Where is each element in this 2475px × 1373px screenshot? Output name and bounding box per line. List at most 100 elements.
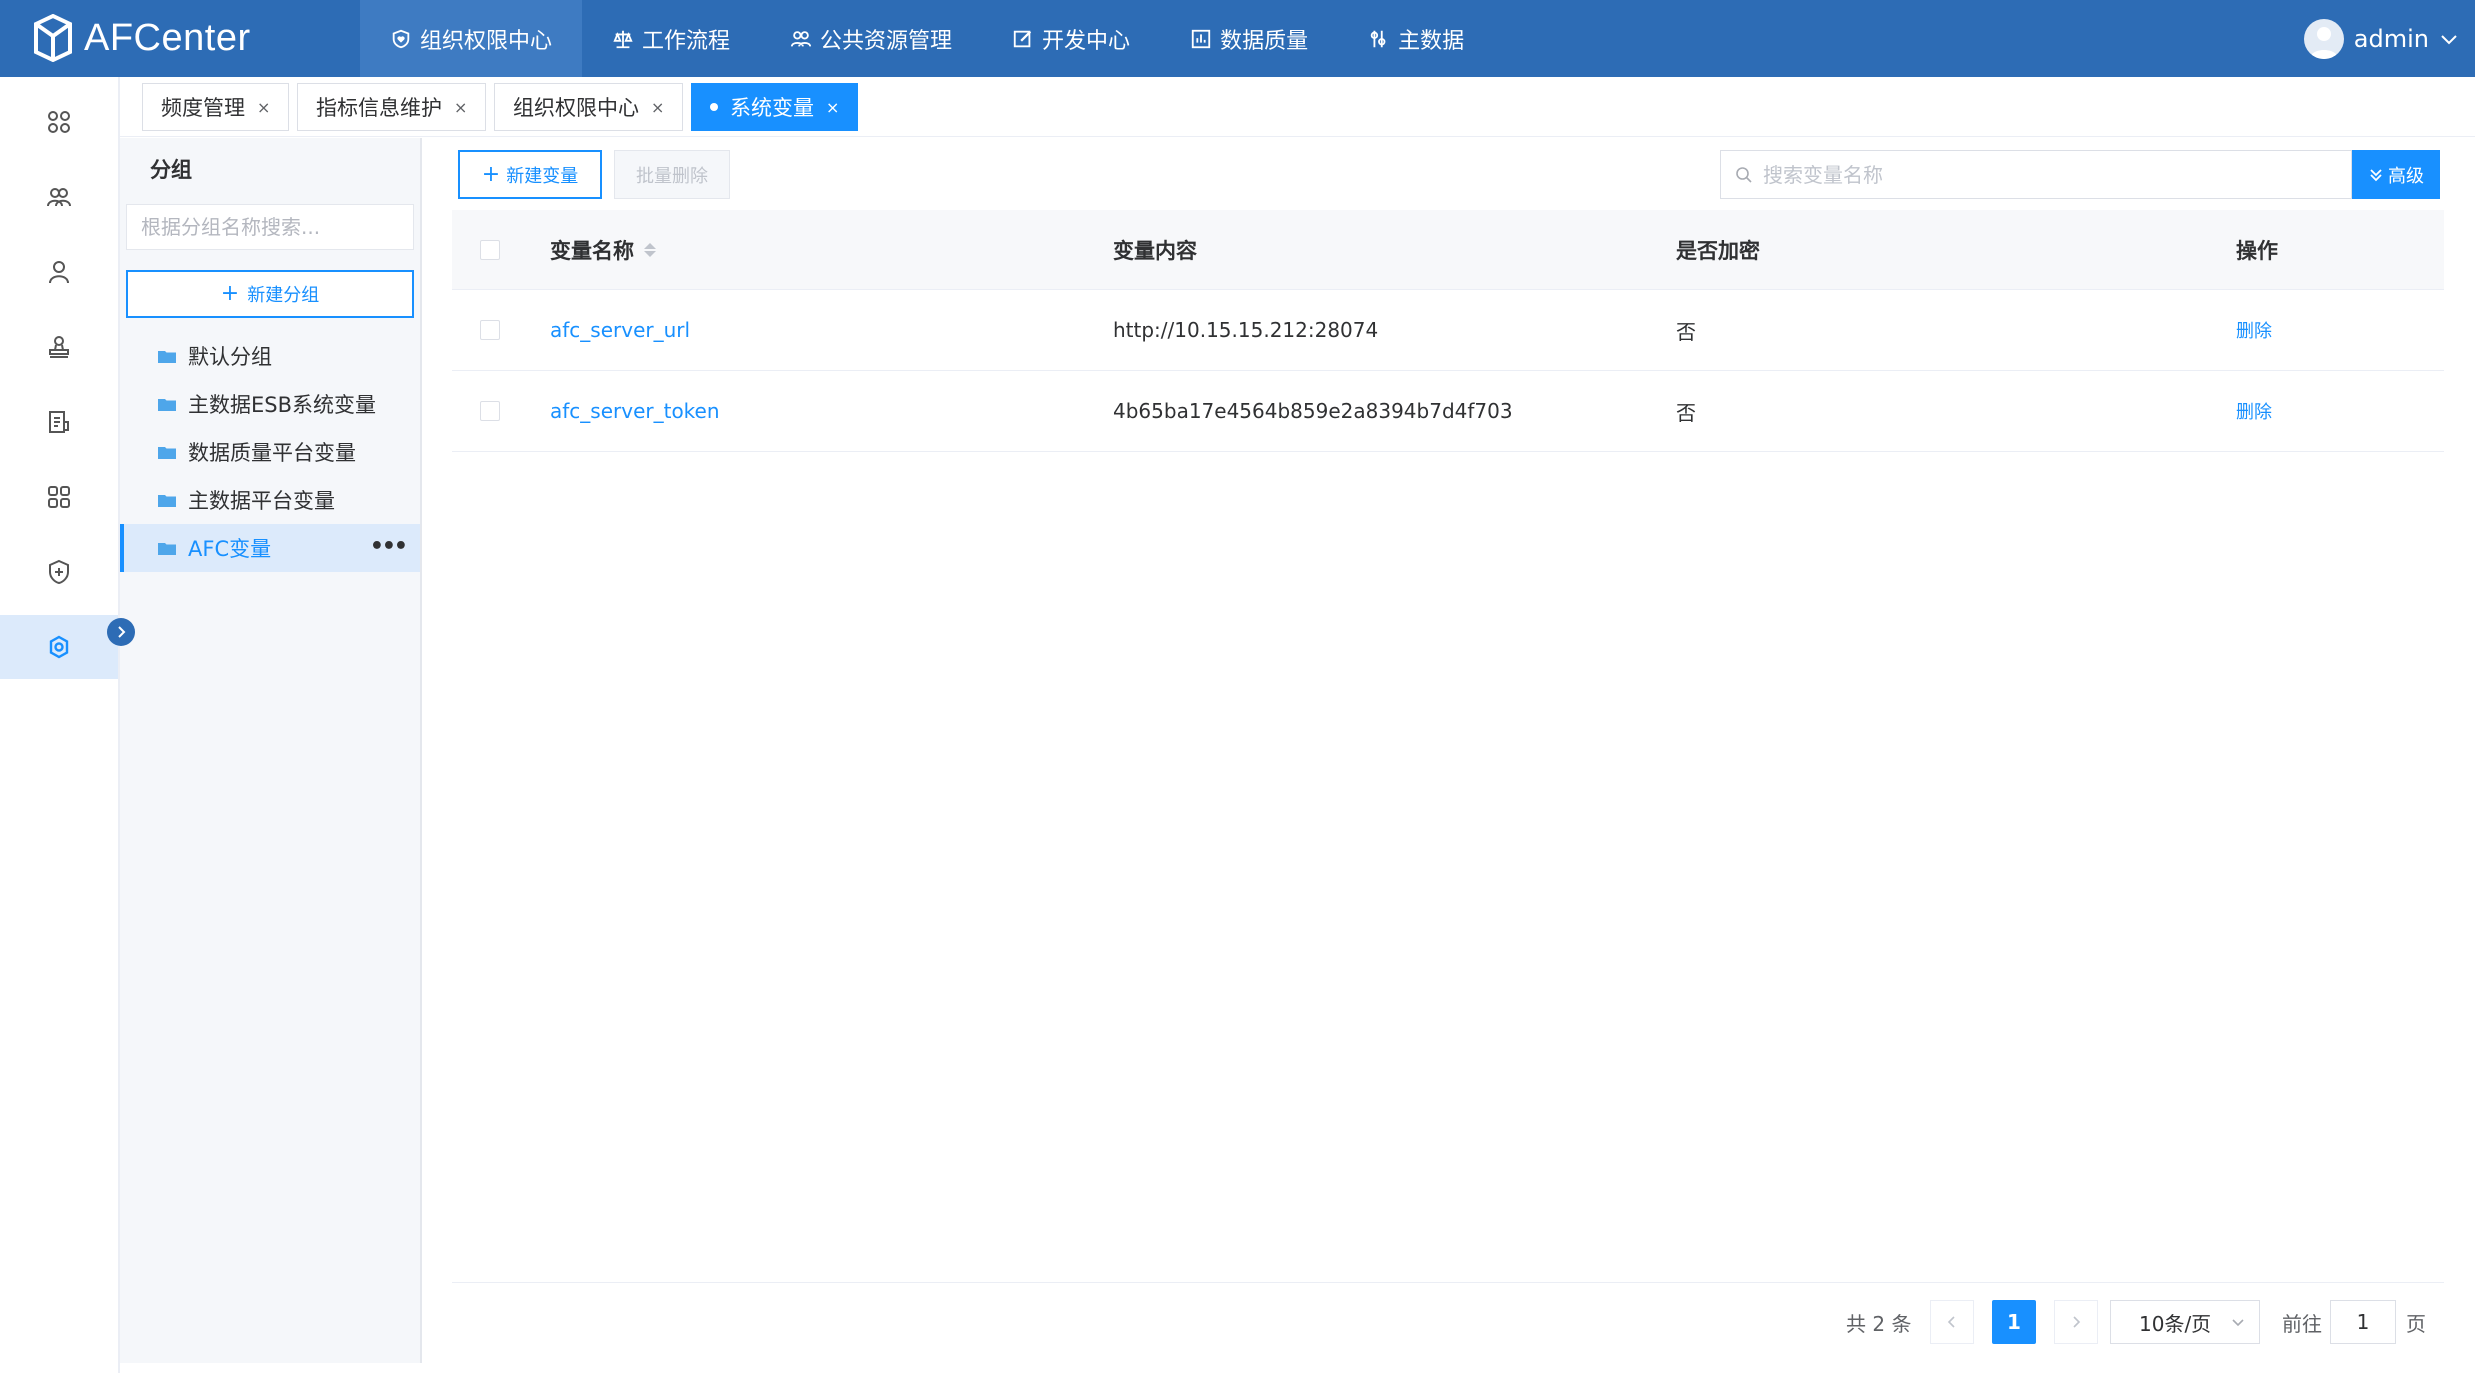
row-ops-cell: 删除 [2236, 398, 2436, 424]
variable-name-link[interactable]: afc_server_token [550, 399, 720, 423]
row-ops-cell: 删除 [2236, 317, 2436, 343]
folder-icon [158, 495, 176, 507]
header-operations: 操作 [2236, 238, 2278, 263]
add-group-button[interactable]: + 新建分组 [126, 270, 414, 318]
stamp-icon [49, 336, 69, 358]
close-icon[interactable]: × [651, 98, 664, 117]
nav-item-public-resources[interactable]: 公共资源管理 [760, 0, 982, 77]
tab-system-variables[interactable]: 系统变量 × [691, 83, 859, 131]
group-item-default[interactable]: 默认分组 [120, 332, 420, 380]
group-item-data-quality[interactable]: 数据质量平台变量 [120, 428, 420, 476]
row-name-cell: afc_server_url [550, 318, 1113, 342]
tab-frequency-management[interactable]: 频度管理 × [142, 83, 290, 131]
add-variable-button[interactable]: + 新建变量 [458, 150, 602, 199]
folder-icon [158, 543, 176, 555]
sidebar-item-document[interactable] [0, 390, 118, 454]
active-dot-icon [710, 103, 718, 111]
close-icon[interactable]: × [826, 98, 839, 117]
settings-icon [49, 635, 69, 659]
delete-button[interactable]: 删除 [2236, 321, 2272, 342]
pagination-divider [452, 1282, 2444, 1283]
add-group-label: 新建分组 [247, 285, 320, 306]
page-size-value: 10条/页 [2139, 1311, 2212, 1336]
pagination-jump-suffix: 页 [2406, 1311, 2426, 1336]
pagination-size: 10条/页 [2110, 1300, 2260, 1344]
header-variable-content: 变量内容 [1113, 238, 1197, 263]
sidebar-expand-toggle[interactable] [107, 618, 135, 646]
select-all-checkbox[interactable] [480, 239, 500, 260]
row-checkbox[interactable] [480, 401, 500, 421]
advanced-search-button[interactable]: 高级 [2352, 150, 2440, 199]
group-item-master-esb[interactable]: 主数据ESB系统变量 [120, 380, 420, 428]
variable-encrypted: 否 [1676, 400, 1696, 425]
batch-delete-button[interactable]: 批量删除 [614, 150, 730, 199]
variables-table: 变量名称 变量内容 是否加密 操作 afc_server_url http://… [452, 210, 2444, 452]
group-item-label: 数据质量平台变量 [188, 441, 356, 465]
top-header: AFCenter 组织权限中心 工作流程 公共资源管理 开发中心 数据质量 主数… [0, 0, 2475, 77]
close-icon[interactable]: × [454, 98, 467, 117]
group-item-master-platform[interactable]: 主数据平台变量 [120, 476, 420, 524]
user-icon [49, 261, 69, 284]
table-row: afc_server_token 4b65ba17e4564b859e2a839… [452, 371, 2444, 452]
shield-heart-icon [392, 29, 410, 48]
nav-item-master-data[interactable]: 主数据 [1338, 0, 1494, 77]
page-size-select[interactable]: 10条/页 [2110, 1300, 2260, 1344]
row-checkbox[interactable] [480, 320, 500, 340]
sidebar-item-apps[interactable] [0, 90, 118, 154]
prev-page-button[interactable] [1930, 1300, 1974, 1344]
sidebar-item-modules[interactable] [0, 465, 118, 529]
tab-label: 系统变量 [730, 96, 814, 120]
next-page-button[interactable] [2054, 1300, 2098, 1344]
sidebar-item-security[interactable] [0, 540, 118, 604]
row-check-cell [452, 320, 550, 340]
app-logo[interactable]: AFCenter [32, 8, 251, 68]
sidebar-item-settings[interactable] [0, 615, 118, 679]
group-panel: 分组 + 新建分组 默认分组 主数据ESB系统变量 数据质量平台变量 主数据平台… [120, 138, 422, 1363]
sidebar-item-groups[interactable] [0, 165, 118, 229]
variable-search [1720, 150, 2352, 199]
user-menu[interactable]: admin [2303, 0, 2459, 77]
folder-icon [158, 399, 176, 411]
group-item-label: 默认分组 [188, 345, 272, 369]
variable-search-input[interactable] [1763, 162, 2323, 187]
nav-label: 数据质量 [1220, 28, 1309, 54]
close-icon[interactable]: × [257, 98, 270, 117]
chevron-down-icon [2441, 34, 2457, 44]
chevron-right-icon [2073, 1316, 2081, 1328]
nav-item-dev-center[interactable]: 开发中心 [982, 0, 1160, 77]
variable-encrypted: 否 [1676, 319, 1696, 344]
group-item-afc[interactable]: AFC变量 ••• [120, 524, 420, 572]
header-variable-name[interactable]: 变量名称 [550, 235, 1113, 265]
nav-item-org-permission[interactable]: 组织权限中心 [360, 0, 583, 77]
nav-item-data-quality[interactable]: 数据质量 [1160, 0, 1338, 77]
sidebar-item-role[interactable] [0, 315, 118, 379]
nav-label: 公共资源管理 [820, 28, 953, 54]
document-icon [49, 411, 69, 433]
variable-content: 4b65ba17e4564b859e2a8394b7d4f703 [1113, 399, 1513, 423]
variable-name-link[interactable]: afc_server_url [550, 318, 690, 342]
delete-button[interactable]: 删除 [2236, 402, 2272, 423]
tab-org-permission-center[interactable]: 组织权限中心 × [494, 83, 684, 131]
variable-content: http://10.15.15.212:28074 [1113, 318, 1379, 342]
page-number-button[interactable]: 1 [1992, 1300, 2036, 1344]
header-label: 变量名称 [550, 238, 634, 263]
folder-icon [158, 447, 176, 459]
avatar [2303, 18, 2344, 59]
sort-icon[interactable] [644, 242, 656, 257]
tab-label: 指标信息维护 [316, 96, 442, 120]
pagination-total: 共 2 条 [1846, 1311, 1912, 1336]
user-avatar-icon [2309, 26, 2338, 59]
sidebar-item-user[interactable] [0, 240, 118, 304]
batch-delete-label: 批量删除 [636, 165, 708, 187]
tools-icon [1370, 30, 1386, 47]
more-icon[interactable]: ••• [370, 534, 408, 559]
nav-label: 开发中心 [1042, 28, 1131, 54]
nav-item-workflow[interactable]: 工作流程 [582, 0, 760, 77]
tabs-bar: 频度管理 × 指标信息维护 × 组织权限中心 × 系统变量 × [120, 77, 2475, 137]
page-jump-input[interactable] [2330, 1300, 2396, 1344]
plus-icon: + [481, 161, 501, 187]
group-search-input[interactable] [126, 204, 414, 250]
tab-indicator-maintenance[interactable]: 指标信息维护 × [297, 83, 487, 131]
modules-icon [48, 486, 70, 508]
search-icon [1736, 166, 1752, 183]
